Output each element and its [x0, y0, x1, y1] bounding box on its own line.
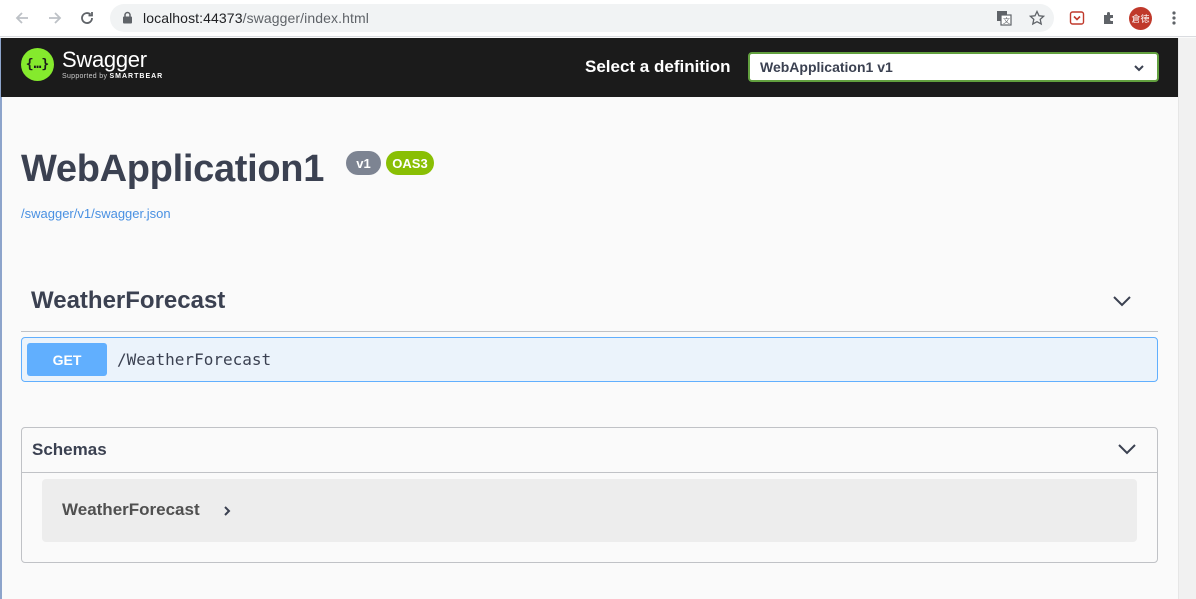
- forward-arrow-icon: [49, 12, 62, 24]
- back-arrow-icon: [15, 12, 28, 24]
- extensions-puzzle-icon[interactable]: [1098, 7, 1120, 29]
- profile-avatar[interactable]: 倉徳: [1129, 7, 1152, 30]
- translate-icon[interactable]: 文: [994, 8, 1014, 28]
- reload-icon: [81, 12, 93, 24]
- logo-name: Swagger: [62, 47, 147, 72]
- window-edge: [0, 38, 2, 599]
- select-definition-label: Select a definition: [585, 57, 731, 76]
- schemas-title: Schemas: [32, 440, 107, 459]
- swagger-logo[interactable]: {…} Swagger Supported by SMARTBEAR: [21, 48, 163, 81]
- logo-subtitle: Supported by SMARTBEAR: [62, 73, 164, 80]
- operation-path: /WeatherForecast: [117, 350, 272, 369]
- svg-text:文: 文: [1003, 16, 1010, 25]
- schemas-section: Schemas WeatherForecast: [21, 427, 1158, 563]
- operation-get-weatherforecast[interactable]: GET /WeatherForecast: [21, 337, 1158, 382]
- definition-select[interactable]: WebApplication1 v1: [748, 52, 1159, 82]
- swagger-topbar: {…} Swagger Supported by SMARTBEAR Selec…: [1, 38, 1178, 97]
- model-weatherforecast[interactable]: WeatherForecast: [42, 479, 1137, 542]
- browser-menu-icon[interactable]: [1163, 7, 1185, 29]
- forward-button[interactable]: [42, 6, 68, 30]
- swagger-json-link[interactable]: /swagger/v1/swagger.json: [21, 206, 171, 221]
- url-text: localhost:44373/swagger/index.html: [143, 10, 369, 26]
- chevron-down-icon[interactable]: [1117, 442, 1137, 461]
- selected-definition: WebApplication1 v1: [760, 59, 893, 75]
- tag-title: WeatherForecast: [31, 287, 226, 314]
- http-method-badge: GET: [27, 343, 107, 376]
- pocket-extension-icon[interactable]: [1066, 7, 1088, 29]
- swagger-braces-icon: {…}: [21, 48, 54, 81]
- tag-header-weatherforecast[interactable]: WeatherForecast: [21, 284, 1158, 332]
- bookmark-star-icon[interactable]: [1027, 8, 1047, 28]
- api-title: WebApplication1: [21, 148, 325, 190]
- schemas-header[interactable]: Schemas: [22, 428, 1157, 473]
- address-bar[interactable]: localhost:44373/swagger/index.html 文: [110, 4, 1054, 32]
- chevron-down-icon: [1133, 61, 1145, 79]
- chevron-down-icon[interactable]: [1112, 294, 1132, 313]
- page-scrollbar[interactable]: [1178, 38, 1196, 599]
- version-badge: v1: [346, 151, 381, 175]
- back-button[interactable]: [9, 6, 35, 30]
- model-name: WeatherForecast: [62, 500, 200, 519]
- lock-icon: [122, 11, 133, 29]
- oas-badge: OAS3: [386, 151, 434, 175]
- browser-toolbar: localhost:44373/swagger/index.html 文 倉徳: [0, 0, 1196, 37]
- chevron-right-icon[interactable]: [222, 504, 232, 522]
- reload-button[interactable]: [74, 6, 100, 30]
